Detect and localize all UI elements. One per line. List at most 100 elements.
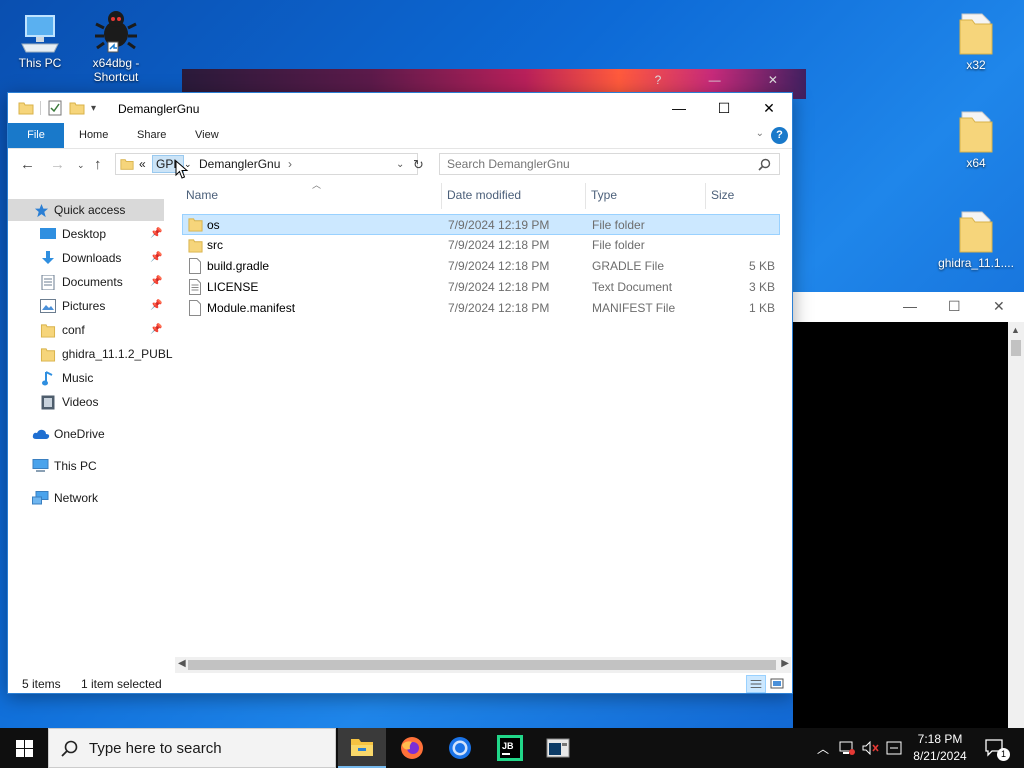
file-type: GRADLE File xyxy=(592,259,665,273)
tab-file[interactable]: File xyxy=(8,123,64,148)
taskbar-jetbrains[interactable]: JB xyxy=(486,728,534,768)
column-header-size[interactable]: Size xyxy=(711,179,734,211)
desktop-icon-ghidra[interactable]: ghidra_11.1.... xyxy=(936,208,1016,270)
file-row-license[interactable]: LICENSE 7/9/2024 12:18 PM Text Document … xyxy=(182,277,780,298)
search-icon[interactable] xyxy=(758,158,771,171)
column-separator[interactable] xyxy=(705,183,706,209)
scroll-right-icon[interactable]: ▶ xyxy=(781,658,789,669)
terminal-app-icon xyxy=(546,738,570,758)
scroll-up-icon[interactable]: ▲ xyxy=(1011,325,1020,335)
file-row-os[interactable]: os 7/9/2024 12:19 PM File folder xyxy=(182,214,780,235)
properties-icon[interactable] xyxy=(47,100,63,116)
tab-home[interactable]: Home xyxy=(69,123,118,148)
new-folder-icon[interactable] xyxy=(69,100,85,116)
up-icon[interactable]: ↑ xyxy=(94,156,102,173)
file-row-src[interactable]: src 7/9/2024 12:18 PM File folder xyxy=(182,235,780,256)
file-icon xyxy=(189,258,201,274)
titlebar[interactable]: ▾ DemanglerGnu — ☐ ✕ xyxy=(8,93,792,123)
scroll-thumb[interactable] xyxy=(188,660,776,670)
nav-item-conf[interactable]: conf 📌 xyxy=(8,319,164,341)
selection-count: 1 item selected xyxy=(81,677,162,691)
file-row-module-manifest[interactable]: Module.manifest 7/9/2024 12:18 PM MANIFE… xyxy=(182,298,780,319)
nav-item-documents[interactable]: Documents 📌 xyxy=(8,271,164,293)
nav-item-music[interactable]: Music xyxy=(8,367,164,389)
scroll-left-icon[interactable]: ◀ xyxy=(178,658,186,669)
horizontal-scrollbar[interactable]: ◀ ▶ xyxy=(175,657,791,673)
nav-item-pictures[interactable]: Pictures 📌 xyxy=(8,295,164,317)
qat-dropdown-icon[interactable]: ▾ xyxy=(91,103,96,114)
help-icon[interactable]: ? xyxy=(771,127,788,144)
pin-icon[interactable]: 📌 xyxy=(150,319,162,341)
column-header-date-modified[interactable]: Date modified xyxy=(447,179,521,211)
nav-item-videos[interactable]: Videos xyxy=(8,391,164,413)
file-explorer-window[interactable]: ▾ DemanglerGnu — ☐ ✕ File Home Share Vie… xyxy=(7,92,793,694)
minimize-button[interactable]: — xyxy=(656,93,702,123)
recent-locations-icon[interactable]: ⌄ xyxy=(77,160,85,171)
taskbar-firefox[interactable] xyxy=(388,728,436,768)
desktop-icon-x32[interactable]: x32 xyxy=(936,10,1016,72)
terminal-window[interactable]: — ☐ ✕ ▲ xyxy=(793,292,1024,728)
pin-icon[interactable]: 📌 xyxy=(150,247,162,269)
address-bar[interactable]: « GPL ⌄ DemanglerGnu › ⌄ xyxy=(115,153,418,179)
sort-ascending-icon: ︿ xyxy=(312,180,322,190)
videos-icon xyxy=(41,395,55,410)
nav-item-quick-access[interactable]: Quick access xyxy=(8,199,164,221)
close-button[interactable]: ✕ xyxy=(746,93,792,123)
nav-label: conf xyxy=(62,323,85,337)
nav-item-ghidra[interactable]: ghidra_11.1.2_PUBL xyxy=(8,343,173,365)
expand-ribbon-icon[interactable]: ⌄ xyxy=(756,128,764,139)
notifications-button[interactable]: 1 xyxy=(980,728,1010,768)
column-separator[interactable] xyxy=(585,183,586,209)
jetbrains-icon: JB xyxy=(497,735,523,761)
taskbar-terminal[interactable] xyxy=(534,728,582,768)
scroll-thumb[interactable] xyxy=(1011,340,1021,356)
nav-item-network[interactable]: Network xyxy=(8,487,164,509)
network-status-icon[interactable] xyxy=(836,728,858,768)
volume-muted-icon[interactable] xyxy=(860,728,882,768)
action-center-status-icon[interactable] xyxy=(884,728,904,768)
close-icon[interactable]: ✕ xyxy=(993,298,1005,315)
file-date: 7/9/2024 12:18 PM xyxy=(448,238,550,252)
column-header-name[interactable]: Name xyxy=(186,179,218,211)
search-input[interactable] xyxy=(447,157,747,171)
column-separator[interactable] xyxy=(441,183,442,209)
breadcrumb-overflow[interactable]: « xyxy=(139,157,146,171)
taskbar-file-explorer[interactable] xyxy=(338,728,386,768)
address-dropdown-icon[interactable]: ⌄ xyxy=(396,159,404,170)
tab-view[interactable]: View xyxy=(185,123,229,148)
taskbar-chrome[interactable] xyxy=(436,728,484,768)
search-box[interactable] xyxy=(439,153,780,175)
terminal-scrollbar[interactable]: ▲ xyxy=(1008,322,1024,728)
pin-icon[interactable]: 📌 xyxy=(150,295,162,317)
minimize-icon[interactable]: — xyxy=(903,298,917,314)
details-view-icon[interactable] xyxy=(746,675,766,693)
nav-item-downloads[interactable]: Downloads 📌 xyxy=(8,247,164,269)
back-icon[interactable]: ← xyxy=(20,156,35,173)
nav-item-onedrive[interactable]: OneDrive xyxy=(8,423,164,445)
refresh-icon[interactable]: ↻ xyxy=(413,157,424,173)
firefox-icon xyxy=(401,737,423,759)
forward-icon[interactable]: → xyxy=(50,156,65,173)
tab-share[interactable]: Share xyxy=(127,123,176,148)
file-row-build-gradle[interactable]: build.gradle 7/9/2024 12:18 PM GRADLE Fi… xyxy=(182,256,780,277)
desktop-icon-x64[interactable]: x64 xyxy=(936,108,1016,170)
desktop-icon-this-pc[interactable]: This PC xyxy=(0,10,80,70)
pin-icon[interactable]: 📌 xyxy=(150,271,162,293)
start-button[interactable] xyxy=(0,728,48,768)
ribbon: File Home Share View ⌄ ? xyxy=(8,123,792,149)
clock[interactable]: 7:18 PM 8/21/2024 xyxy=(905,731,975,765)
maximize-icon[interactable]: ☐ xyxy=(948,298,961,315)
pin-icon[interactable]: 📌 xyxy=(150,223,162,245)
column-header-type[interactable]: Type xyxy=(591,179,617,211)
chevron-right-icon[interactable]: › xyxy=(288,157,292,171)
maximize-button[interactable]: ☐ xyxy=(701,93,747,123)
terminal-titlebar[interactable]: — ☐ ✕ xyxy=(793,292,1024,322)
show-hidden-icons[interactable]: ︿ xyxy=(814,728,832,768)
breadcrumb-demanglergnu[interactable]: DemanglerGnu xyxy=(199,157,280,171)
large-icons-view-icon[interactable] xyxy=(770,677,784,691)
taskbar-search-box[interactable]: Type here to search xyxy=(48,728,336,768)
nav-item-desktop[interactable]: Desktop 📌 xyxy=(8,223,164,245)
desktop-icon-x64dbg[interactable]: x64dbg - Shortcut xyxy=(76,6,156,84)
nav-label: Network xyxy=(54,491,99,505)
nav-item-this-pc[interactable]: This PC xyxy=(8,455,164,477)
